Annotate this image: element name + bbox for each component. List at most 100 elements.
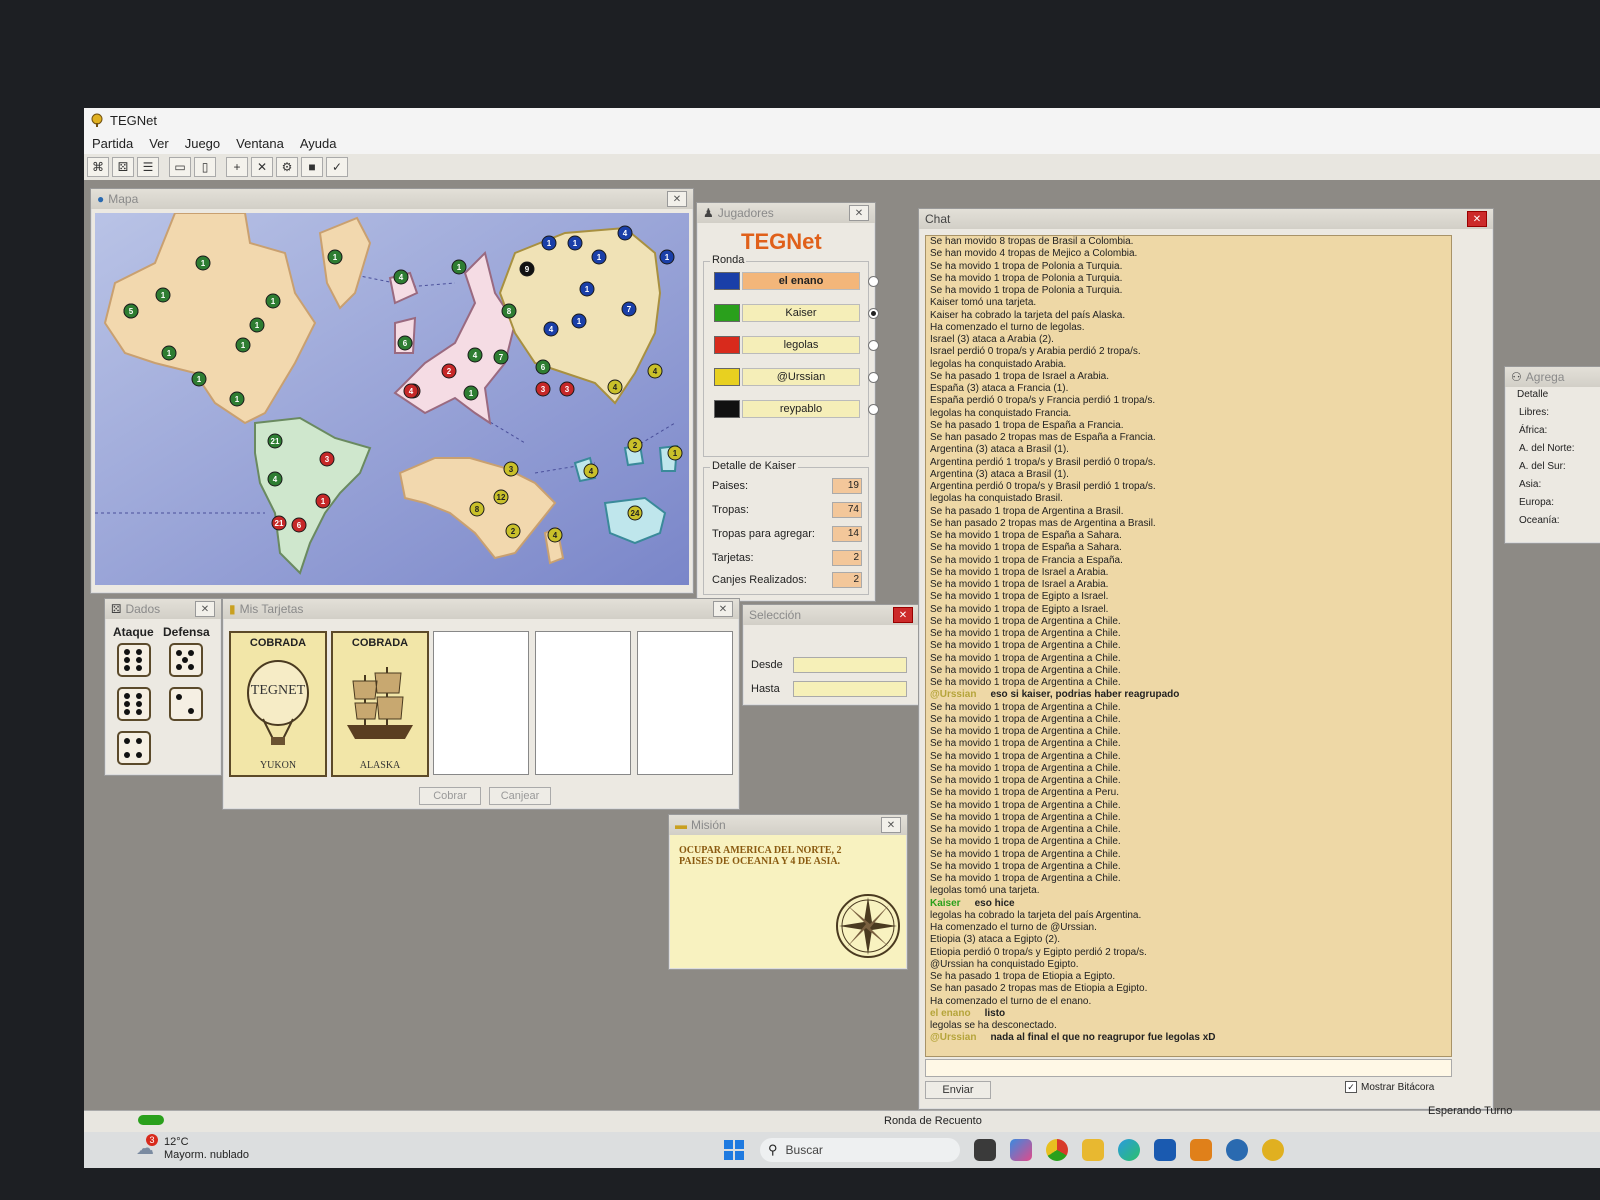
start-icon[interactable]: [724, 1140, 744, 1160]
player-color-swatch: [714, 304, 740, 322]
chat-log-line: Se ha movido 1 tropa de Argentina a Chil…: [926, 665, 1451, 677]
taskbar-search[interactable]: ⚲ Buscar: [760, 1138, 960, 1162]
army-count: 6: [403, 339, 408, 348]
player-detail-group: Detalle de Kaiser Paises: 19 Tropas: 74 Tr…: [703, 460, 869, 595]
chat-log-line: Se ha movido 1 tropa de Argentina a Chil…: [926, 861, 1451, 873]
menu-partida[interactable]: Partida: [84, 136, 141, 151]
menu-ver[interactable]: Ver: [141, 136, 177, 151]
chat-text: Israel (3) ataca a Arabia (2).: [930, 334, 1054, 345]
close-icon[interactable]: ✕: [1467, 211, 1487, 227]
close-icon[interactable]: ✕: [667, 191, 687, 207]
chat-log-line: Se ha movido 1 tropa de Egipto a Israel.: [926, 604, 1451, 616]
player-row[interactable]: Kaiser: [714, 304, 879, 322]
player-name: Kaiser: [742, 304, 860, 322]
mission-icon[interactable]: ▯: [194, 157, 216, 177]
chat-log-line: Ha comenzado el turno de el enano.: [926, 996, 1451, 1008]
tegnet-taskbar-icon[interactable]: [1262, 1139, 1284, 1161]
player-name: @Urssian: [742, 368, 860, 386]
close-icon[interactable]: ✕: [849, 205, 869, 221]
weather-widget[interactable]: ☁ 3 12°C Mayorm. nublado: [136, 1134, 249, 1162]
chat-text: Se han movido 4 tropas de Mejico a Colom…: [930, 248, 1138, 260]
collect-button[interactable]: Cobrar: [419, 787, 481, 805]
chat-text: Se ha movido 1 tropa de Egipto a Israel.: [930, 591, 1109, 603]
army-count: 4: [409, 387, 414, 396]
chat-text: Se ha movido 1 tropa de Argentina a Chil…: [930, 652, 1121, 664]
chat-log-line: Se ha movido 1 tropa de Israel a Arabia.: [926, 567, 1451, 579]
task-view-icon[interactable]: [974, 1139, 996, 1161]
remove-icon[interactable]: ✕: [251, 157, 273, 177]
connect-icon[interactable]: ⌘: [87, 157, 109, 177]
chat-input[interactable]: [925, 1059, 1452, 1077]
player-radio[interactable]: [868, 403, 879, 415]
file-explorer-icon[interactable]: [1082, 1139, 1104, 1161]
chat-text: Se ha movido 1 tropa de Argentina a Chil…: [930, 860, 1121, 872]
army-count: 3: [565, 385, 570, 394]
game-icon[interactable]: [1226, 1139, 1248, 1161]
chat-text: Se ha movido 1 tropa de Argentina a Chil…: [930, 811, 1121, 823]
menu-ventana[interactable]: Ventana: [228, 136, 292, 151]
list-icon[interactable]: ☰: [137, 157, 159, 177]
app-icon[interactable]: [1190, 1139, 1212, 1161]
check-icon[interactable]: ✓: [326, 157, 348, 177]
from-field[interactable]: [793, 657, 907, 673]
chat-log-line: Se han movido 8 tropas de Brasil a Colom…: [926, 236, 1451, 248]
chat-text: Argentina perdió 1 tropa/s y Brasil perd…: [930, 456, 1156, 468]
checkbox-icon[interactable]: ✓: [1345, 1081, 1357, 1093]
army-count: 4: [653, 367, 658, 376]
chat-log-line: Se ha movido 1 tropa de Argentina a Chil…: [926, 714, 1451, 726]
card-icon[interactable]: ▭: [169, 157, 191, 177]
edge-icon[interactable]: [1118, 1139, 1140, 1161]
chat-text: Ha comenzado el turno de legolas.: [930, 321, 1085, 333]
country-card[interactable]: COBRADA ALASKA: [331, 631, 429, 777]
player-row[interactable]: el enano: [714, 272, 879, 290]
chat-window-titlebar: Chat ✕: [919, 209, 1493, 229]
close-icon[interactable]: ✕: [713, 601, 733, 617]
world-map[interactable]: 1115111111141684716214312164243311411141…: [95, 213, 689, 585]
army-count: 4: [273, 475, 278, 484]
mission-window-title: Misión: [691, 818, 726, 832]
dice-icon[interactable]: ⚄: [112, 157, 134, 177]
stack-icon[interactable]: ■: [301, 157, 323, 177]
close-icon[interactable]: ✕: [881, 817, 901, 833]
player-row[interactable]: legolas: [714, 336, 879, 354]
continent-oceania: Oceanía:: [1519, 515, 1560, 526]
add-icon[interactable]: +: [226, 157, 248, 177]
chrome-icon[interactable]: [1046, 1139, 1068, 1161]
close-icon[interactable]: ✕: [893, 607, 913, 623]
chat-text: Se ha pasado 1 tropa de Argentina a Bras…: [930, 505, 1124, 517]
player-row[interactable]: @Urssian: [714, 368, 879, 386]
chat-log-line: Se ha movido 1 tropa de Argentina a Chil…: [926, 616, 1451, 628]
menu-juego[interactable]: Juego: [177, 136, 228, 151]
exchange-button[interactable]: Canjear: [489, 787, 551, 805]
player-name: reypablo: [742, 400, 860, 418]
chat-text: España (3) ataca a Francia (1).: [930, 383, 1069, 394]
selection-window: Selección ✕ Desde Hasta: [742, 604, 920, 706]
app-titlebar: TEGNet: [84, 108, 1600, 132]
outlook-icon[interactable]: [1154, 1139, 1176, 1161]
country-card[interactable]: COBRADA TEGNET YUKON: [229, 631, 327, 777]
close-icon[interactable]: ✕: [195, 601, 215, 617]
menu-ayuda[interactable]: Ayuda: [292, 136, 345, 151]
player-color-swatch: [714, 272, 740, 290]
chat-text: Se ha movido 1 tropa de España a Sahara.: [930, 542, 1122, 554]
gear-icon[interactable]: ⚙: [276, 157, 298, 177]
send-button[interactable]: Enviar: [925, 1081, 991, 1099]
cards-window-titlebar: ▮ Mis Tarjetas ✕: [223, 599, 739, 619]
compass-rose-icon: [836, 894, 900, 958]
copilot-icon[interactable]: [1010, 1139, 1032, 1161]
chat-log[interactable]: Se han movido 8 tropas de Brasil a Colom…: [925, 235, 1452, 1057]
cards-window: ▮ Mis Tarjetas ✕ COBRADA TEGNET YUKON CO…: [222, 598, 740, 810]
detail-row-tarjetas: Tarjetas: 2: [712, 550, 862, 566]
to-field[interactable]: [793, 681, 907, 697]
show-log-checkbox[interactable]: ✓ Mostrar Bitácora: [1345, 1081, 1434, 1093]
player-radio[interactable]: [868, 307, 879, 319]
player-row[interactable]: reypablo: [714, 400, 879, 418]
chat-text: Se ha movido 1 tropa de Israel a Arabia.: [930, 566, 1109, 578]
empty-card-slot: [433, 631, 529, 775]
player-radio[interactable]: [868, 275, 879, 287]
attack-die: [117, 643, 151, 677]
chat-text: Se ha pasado 1 tropa de España a Francia…: [930, 419, 1124, 431]
player-radio[interactable]: [868, 339, 879, 351]
player-radio[interactable]: [868, 371, 879, 383]
to-label: Hasta: [751, 683, 780, 695]
